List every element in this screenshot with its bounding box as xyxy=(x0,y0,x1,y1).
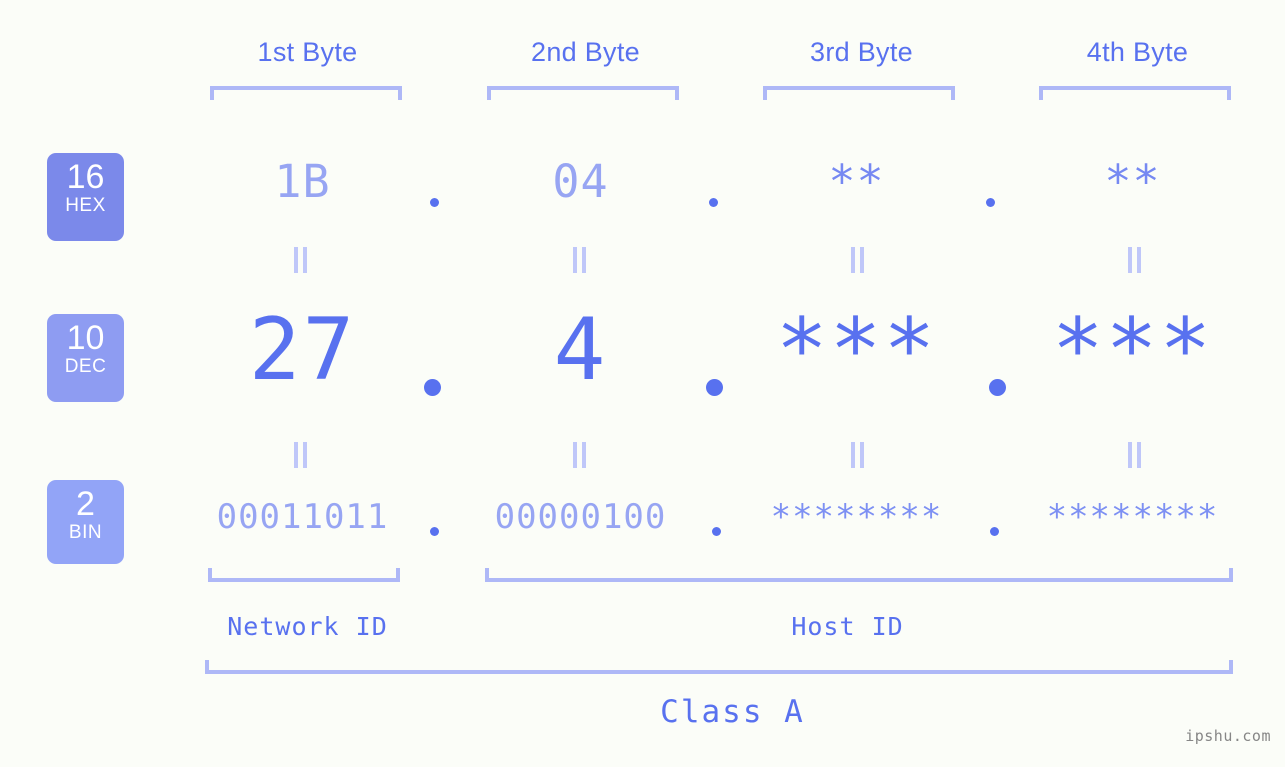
class-bracket xyxy=(205,660,1233,674)
byte-bracket-1 xyxy=(210,86,402,100)
radix-badge-dec: 10 DEC xyxy=(47,314,124,402)
equals-separator-dec-bin-2 xyxy=(573,442,587,468)
dec-byte-1: 27 xyxy=(248,300,357,400)
byte-header-4: 4th Byte xyxy=(1086,37,1189,67)
dec-byte-2: 4 xyxy=(553,300,608,400)
ip-byte-breakdown-diagram: 1st Byte 2nd Byte 3rd Byte 4th Byte 16 H… xyxy=(0,0,1285,767)
equals-separator-dec-bin-3 xyxy=(851,442,865,468)
watermark: ipshu.com xyxy=(1185,727,1271,745)
host-id-bracket xyxy=(485,568,1233,582)
dec-byte-4: *** xyxy=(1051,300,1214,400)
hex-byte-2: 04 xyxy=(552,155,609,208)
hex-dot-3 xyxy=(986,198,995,207)
byte-bracket-2 xyxy=(487,86,679,100)
bin-byte-2: 00000100 xyxy=(494,497,667,537)
byte-header-1: 1st Byte xyxy=(257,37,358,67)
byte-header-3: 3rd Byte xyxy=(810,37,913,67)
radix-badge-bin-name: BIN xyxy=(68,522,103,543)
equals-separator-hex-dec-1 xyxy=(294,247,308,273)
class-label: Class A xyxy=(660,694,805,730)
network-id-bracket xyxy=(208,568,400,582)
bin-byte-1: 00011011 xyxy=(216,497,389,537)
dec-dot-1 xyxy=(424,379,441,396)
radix-badge-bin: 2 BIN xyxy=(47,480,124,564)
bin-dot-1 xyxy=(430,527,439,536)
byte-bracket-4 xyxy=(1039,86,1231,100)
dec-dot-2 xyxy=(706,379,723,396)
bin-byte-4: ******** xyxy=(1046,497,1219,537)
bin-dot-3 xyxy=(990,527,999,536)
dec-byte-3: *** xyxy=(775,300,938,400)
equals-separator-dec-bin-4 xyxy=(1128,442,1142,468)
network-id-label: Network ID xyxy=(227,612,388,641)
bin-dot-2 xyxy=(712,527,721,536)
host-id-label: Host ID xyxy=(791,612,904,641)
hex-byte-4: ** xyxy=(1104,155,1161,208)
radix-badge-dec-number: 10 xyxy=(66,319,105,357)
radix-badge-hex: 16 HEX xyxy=(47,153,124,241)
equals-separator-dec-bin-1 xyxy=(294,442,308,468)
byte-header-2: 2nd Byte xyxy=(531,37,640,67)
byte-bracket-3 xyxy=(763,86,955,100)
equals-separator-hex-dec-4 xyxy=(1128,247,1142,273)
radix-badge-hex-number: 16 xyxy=(66,158,105,196)
dec-dot-3 xyxy=(989,379,1006,396)
bin-byte-3: ******** xyxy=(770,497,943,537)
equals-separator-hex-dec-2 xyxy=(573,247,587,273)
hex-byte-3: ** xyxy=(828,155,885,208)
hex-dot-1 xyxy=(430,198,439,207)
hex-byte-1: 1B xyxy=(274,155,331,208)
radix-badge-hex-name: HEX xyxy=(65,195,106,216)
equals-separator-hex-dec-3 xyxy=(851,247,865,273)
radix-badge-dec-name: DEC xyxy=(64,356,107,377)
hex-dot-2 xyxy=(709,198,718,207)
radix-badge-bin-number: 2 xyxy=(76,485,95,523)
